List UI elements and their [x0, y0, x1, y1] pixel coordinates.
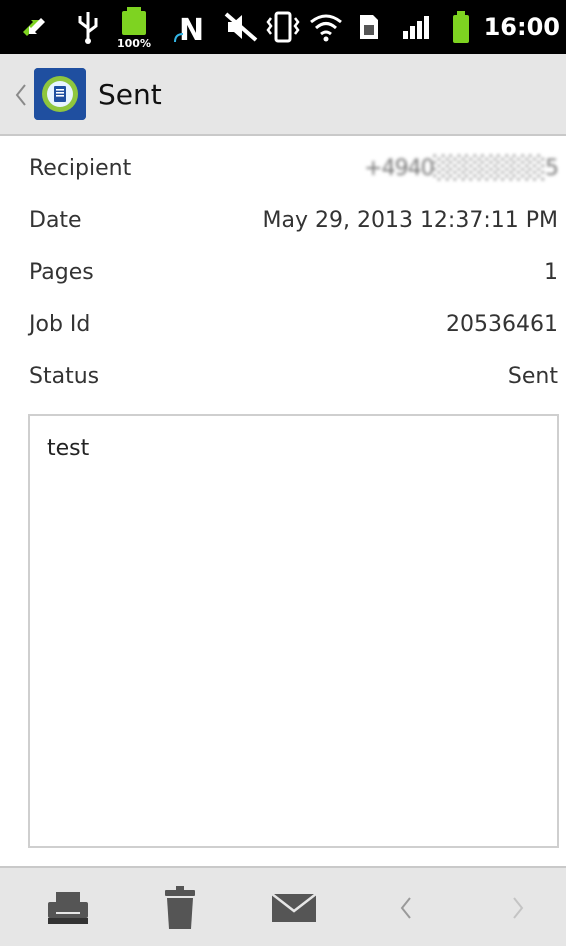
detail-row-job-id: Job Id 20536461	[0, 302, 566, 354]
delete-button[interactable]	[140, 868, 220, 946]
detail-label: Date	[29, 208, 82, 233]
detail-row-status: Status Sent	[0, 354, 566, 406]
detail-row-pages: Pages 1	[0, 250, 566, 302]
date-value: May 29, 2013 12:37:11 PM	[262, 208, 559, 233]
detail-label: Status	[29, 364, 100, 389]
message-box[interactable]: test	[28, 414, 559, 848]
detail-label: Job Id	[29, 312, 91, 337]
sync-icon	[14, 0, 54, 54]
detail-label: Pages	[29, 260, 94, 285]
pages-value: 1	[544, 260, 558, 285]
clock: 16:00	[483, 13, 560, 41]
delete-icon	[165, 886, 195, 929]
job-id-value: 20536461	[446, 312, 558, 337]
battery-full-icon: 100%	[114, 0, 154, 54]
print-icon	[48, 892, 88, 924]
battery-percent-label: 100%	[117, 37, 151, 49]
bottom-action-bar	[0, 866, 566, 946]
battery-icon	[444, 0, 478, 54]
usb-icon	[70, 0, 106, 54]
vibrate-icon	[264, 0, 302, 54]
signal-icon	[396, 0, 436, 54]
email-button[interactable]	[254, 868, 334, 946]
detail-row-date: Date May 29, 2013 12:37:11 PM	[0, 198, 566, 250]
next-button[interactable]	[478, 868, 558, 946]
email-icon	[271, 893, 317, 922]
fax-details: Recipient +4940░░░░░░░5 Date May 29, 201…	[0, 146, 566, 406]
status-value: Sent	[507, 364, 558, 389]
message-text: test	[47, 436, 90, 461]
previous-button[interactable]	[366, 868, 446, 946]
recipient-value: +4940░░░░░░░5	[364, 156, 559, 181]
svg-text:N: N	[179, 13, 204, 44]
nfc-icon: N	[172, 0, 208, 54]
detail-row-recipient: Recipient +4940░░░░░░░5	[0, 146, 566, 198]
wifi-icon	[306, 0, 346, 54]
mute-icon	[222, 0, 260, 54]
up-caret-icon[interactable]	[14, 82, 28, 108]
page-title: Sent	[98, 78, 162, 111]
next-icon	[513, 897, 524, 919]
fax-app-icon[interactable]	[34, 68, 86, 120]
sim-icon	[354, 0, 384, 54]
status-bar: 100% N 16:00	[0, 0, 566, 54]
detail-label: Recipient	[29, 156, 132, 181]
action-bar: Sent	[0, 54, 566, 136]
print-button[interactable]	[28, 868, 108, 946]
previous-icon	[400, 897, 411, 919]
